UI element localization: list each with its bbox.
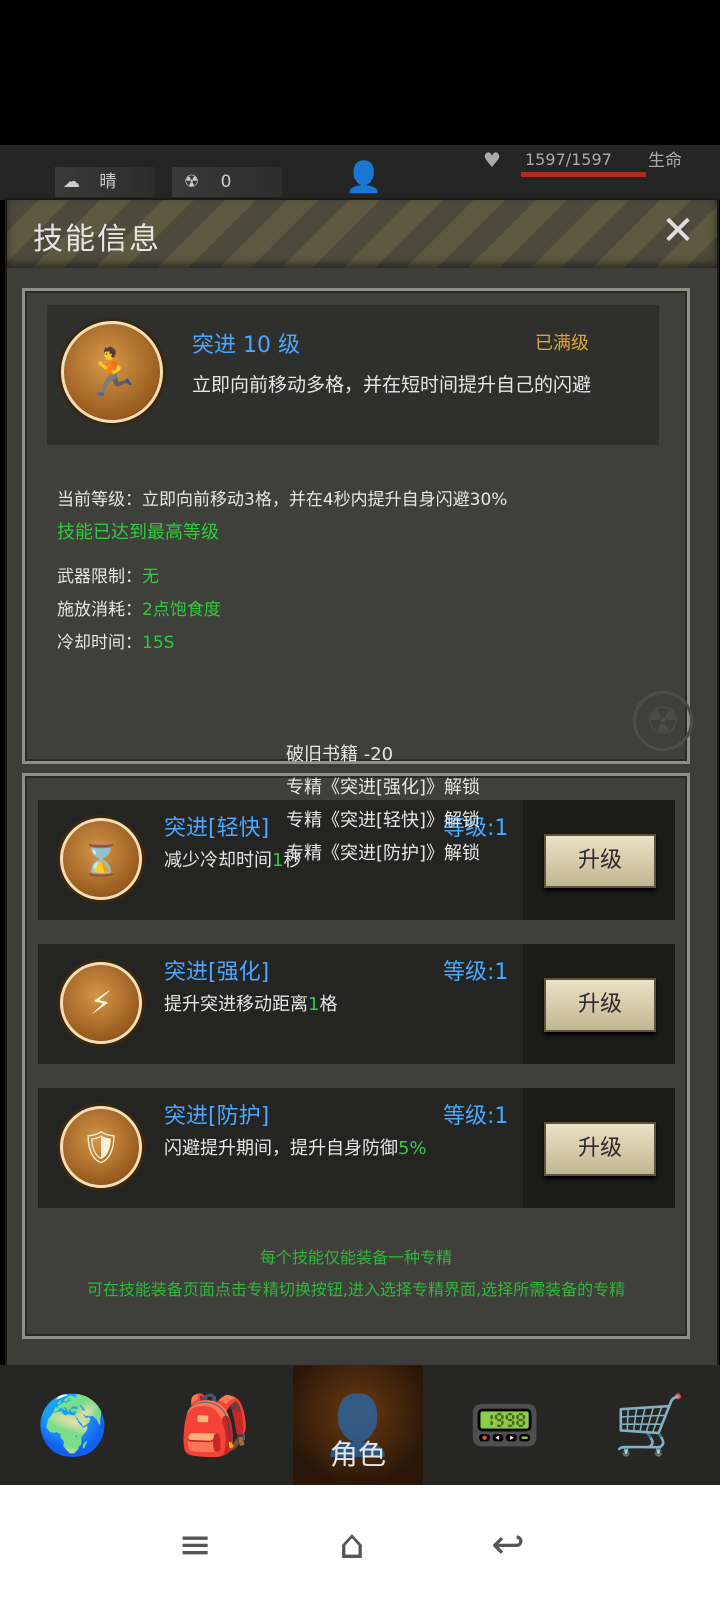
- spec-note-2: 可在技能装备页面点击专精切换按钮,进入选择专精界面,选择所需装备的专精: [86, 1280, 626, 1299]
- hp-indicator: ♥ 1597/1597: [483, 148, 646, 178]
- sprint-skill-icon: 🏃: [61, 321, 163, 423]
- upgrade-cost-tooltip: 破旧书籍 -20 专精《突进[强化]》解锁 专精《突进[轻快]》解锁 专精《突进…: [286, 738, 480, 870]
- skill-card: 🏃 突进 10 级 已满级 立即向前移动多格，并在短时间提升自己的闪避: [47, 305, 659, 445]
- runner-shield-icon: 🛡: [60, 1106, 142, 1188]
- cooldown-line: 冷却时间：15S: [57, 628, 174, 653]
- cooldown-label: 冷却时间：: [57, 633, 142, 653]
- skill-detail-panel: 🏃 突进 10 级 已满级 立即向前移动多格，并在短时间提升自己的闪避 当前等级…: [22, 288, 693, 764]
- tooltip-line-unlock-1: 专精《突进[强化]》解锁: [286, 777, 481, 798]
- spec-description: 闪避提升期间，提升自身防御5%: [164, 1134, 427, 1160]
- cooldown-value: 15S: [142, 633, 175, 653]
- system-nav-bar: ≡ ⌂ ↩: [0, 1485, 720, 1605]
- radiation-icon: ☢: [184, 172, 200, 192]
- max-reached-text: 技能已达到最高等级: [57, 522, 219, 543]
- back-icon[interactable]: ↩: [478, 1515, 538, 1575]
- backpack-icon[interactable]: 🎒: [150, 1365, 280, 1485]
- spec-note-1: 每个技能仅能装备一种专精: [259, 1248, 452, 1267]
- spec-desc-value: 5%: [398, 1138, 427, 1159]
- radio-icon[interactable]: 📟: [440, 1365, 570, 1485]
- weapon-label: 武器限制：: [57, 567, 142, 587]
- cost-line: 施放消耗：2点饱食度: [57, 595, 221, 620]
- home-icon[interactable]: ⌂: [322, 1515, 382, 1575]
- tooltip-line-unlock-2: 专精《突进[轻快]》解锁: [286, 810, 481, 831]
- max-level-badge: 已满级: [535, 333, 589, 354]
- spec-level: 等级:1: [443, 960, 509, 985]
- character-label: 角色: [329, 1438, 386, 1471]
- menu-icon[interactable]: ≡: [165, 1515, 225, 1575]
- hp-bar: [521, 172, 646, 177]
- spec-level: 等级:1: [443, 1104, 509, 1129]
- top-blank-area: [0, 0, 720, 145]
- spec-desc-value: 1: [272, 850, 284, 871]
- weapon-restriction-line: 武器限制：无: [57, 562, 159, 587]
- runner-lightning-icon: ⚡: [60, 962, 142, 1044]
- current-level-text: 立即向前移动3格，并在4秒内提升自身闪避30%: [142, 490, 508, 510]
- current-level-label: 当前等级：: [57, 490, 142, 510]
- heart-icon: ♥: [483, 148, 501, 172]
- cloud-icon: ☁: [63, 172, 80, 192]
- upgrade-button-protect[interactable]: 升级: [544, 1122, 656, 1176]
- radiation-watermark-icon: ☢: [633, 691, 693, 751]
- spec-desc-text: 闪避提升期间，提升自身防御: [164, 1138, 398, 1159]
- weather-label: 晴: [99, 172, 117, 192]
- runner-hourglass-icon: ⌛: [60, 818, 142, 900]
- cart-icon[interactable]: 🛒: [585, 1365, 715, 1485]
- upgrade-button-enhance[interactable]: 升级: [544, 978, 656, 1032]
- globe-icon[interactable]: 🌍: [8, 1365, 138, 1485]
- spec-desc-text: 提升突进移动距离: [164, 994, 308, 1015]
- dialog-header: 技能信息 ✕: [7, 200, 717, 268]
- spec-name: 突进[强化]: [164, 960, 270, 985]
- close-icon[interactable]: ✕: [657, 210, 699, 252]
- spec-desc-unit: 格: [319, 994, 338, 1015]
- dialog-title: 技能信息: [33, 222, 161, 257]
- skill-name: 突进 10 级: [192, 333, 300, 358]
- radiation-value: 0: [220, 172, 232, 192]
- skill-description: 立即向前移动多格，并在短时间提升自己的闪避: [192, 374, 592, 396]
- spec-desc-text: 减少冷却时间: [164, 850, 272, 871]
- runner-icon: 🏃: [83, 344, 141, 399]
- spec-name: 突进[防护]: [164, 1104, 270, 1129]
- character-tab[interactable]: 👤 角色: [293, 1365, 423, 1485]
- spec-desc-value: 1: [308, 994, 320, 1015]
- upgrade-button-agile[interactable]: 升级: [544, 834, 656, 888]
- weather-stat: ☁ 晴: [55, 167, 155, 197]
- spec-description: 减少冷却时间1秒: [164, 846, 301, 872]
- hp-text: 1597/1597: [525, 150, 612, 169]
- bottom-nav-bar: 🌍 🎒 👤 角色 📟 🛒: [0, 1365, 720, 1485]
- tooltip-line-unlock-3: 专精《突进[防护]》解锁: [286, 843, 481, 864]
- cost-label: 施放消耗：: [57, 600, 142, 620]
- cost-value: 2点饱食度: [142, 600, 221, 620]
- spec-item-enhance: ⚡ 突进[强化] 等级:1 提升突进移动距离1格 升级: [38, 944, 675, 1064]
- add-friend-icon[interactable]: 👤: [345, 160, 382, 195]
- hp-label: 生命: [648, 151, 682, 171]
- tooltip-line-cost: 破旧书籍 -20: [286, 744, 394, 765]
- spec-item-protect: 🛡 突进[防护] 等级:1 闪避提升期间，提升自身防御5% 升级: [38, 1088, 675, 1208]
- spec-name: 突进[轻快]: [164, 816, 270, 841]
- weapon-value: 无: [142, 567, 159, 587]
- current-level-line: 当前等级：立即向前移动3格，并在4秒内提升自身闪避30%: [57, 485, 507, 510]
- spec-description: 提升突进移动距离1格: [164, 990, 337, 1016]
- radiation-stat: ☢ 0: [172, 167, 282, 197]
